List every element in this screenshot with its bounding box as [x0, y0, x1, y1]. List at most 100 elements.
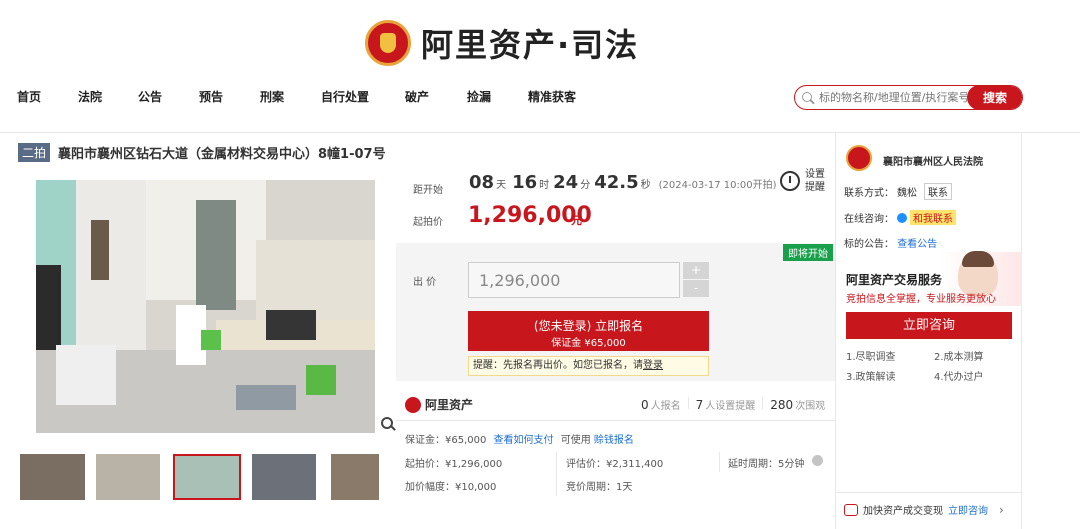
- service-item[interactable]: 3.政策解读: [846, 368, 896, 383]
- court-emblem-icon: [846, 145, 872, 171]
- search-button[interactable]: 搜索: [967, 86, 1022, 109]
- bid-amount-input[interactable]: 1,296,000: [468, 262, 680, 298]
- nav-item-notices[interactable]: 公告: [138, 88, 162, 105]
- nav-item-self-disposal[interactable]: 自行处置: [321, 88, 369, 105]
- court-name[interactable]: 襄阳市襄州区人民法院: [883, 153, 983, 168]
- notice-row: 标的公告： 查看公告: [844, 235, 937, 250]
- login-link[interactable]: 登录: [643, 360, 663, 371]
- speed-up-row[interactable]: 加快资产成交变现 立即咨询 ›: [844, 502, 1004, 517]
- divider: [836, 492, 1022, 493]
- status-badge: 即将开始: [783, 244, 833, 261]
- nav-item-bankruptcy[interactable]: 破产: [405, 88, 429, 105]
- photo-thumbnail[interactable]: [252, 454, 316, 500]
- divider: [687, 397, 689, 409]
- view-count: 280: [770, 398, 794, 412]
- bid-increase-button[interactable]: +: [683, 262, 709, 279]
- notice-label: 标的公告：: [844, 239, 894, 250]
- nav-item-previews[interactable]: 预告: [199, 88, 223, 105]
- speed-up-consult-link[interactable]: 立即咨询: [948, 502, 988, 517]
- detail-appraisal: 评估价：¥2,311,400: [566, 459, 664, 470]
- login-tip-text: 提醒：先报名再出价。如您已报名，请: [473, 360, 643, 371]
- start-price-unit: 元: [571, 214, 582, 227]
- deposit-text: 保证金：¥65,000: [405, 435, 487, 446]
- photo-thumbnail-selected[interactable]: [173, 454, 241, 500]
- online-consult-row: 在线咨询： 和我联系: [844, 210, 956, 225]
- service-item[interactable]: 1.尽职调查: [846, 348, 896, 363]
- detail-period: 竞价周期：1天: [566, 482, 633, 493]
- signup-button[interactable]: (您未登录) 立即报名 保证金 ¥65,000: [468, 311, 709, 351]
- view-count-label: 次围观: [795, 401, 826, 412]
- search-icon: [801, 91, 815, 105]
- nav-item-bargains[interactable]: 捡漏: [467, 88, 491, 105]
- detail-delay: 延时周期：5分钟: [728, 459, 805, 470]
- countdown-hours: 16: [512, 172, 538, 193]
- alarm-clock-icon[interactable]: [780, 171, 800, 191]
- signup-count-label: 人报名: [650, 401, 681, 412]
- search-input[interactable]: [819, 91, 967, 104]
- nav-item-courts[interactable]: 法院: [78, 88, 102, 105]
- loan-signup-link[interactable]: 赊钱报名: [594, 435, 634, 446]
- contact-button[interactable]: 联系: [924, 183, 952, 200]
- service-subtitle: 竞拍信息全掌握，专业服务更放心: [846, 294, 996, 305]
- chat-icon: [897, 212, 907, 223]
- auction-stats: 0 人报名 7 人设置提醒 280 次围观: [641, 397, 825, 412]
- countdown-days: 08: [469, 172, 495, 193]
- photo-thumbnail[interactable]: [20, 454, 85, 500]
- detail-row-deposit: 保证金：¥65,000 查看如何支付 可使用 赊钱报名: [405, 431, 634, 446]
- round-badge: 二拍: [18, 143, 51, 162]
- how-to-pay-link[interactable]: 查看如何支付: [494, 435, 554, 446]
- consult-button[interactable]: 立即咨询: [846, 312, 1012, 339]
- detail-increment: 加价幅度：¥10,000: [405, 482, 497, 493]
- divider: [762, 397, 764, 409]
- countdown-hours-unit: 时: [539, 180, 550, 191]
- contact-row: 联系方式： 魏松 联系: [844, 183, 952, 200]
- signup-deposit: 保证金 ¥65,000: [551, 338, 626, 349]
- countdown-label: 距开始: [413, 185, 443, 196]
- chevron-right-icon: ›: [999, 502, 1004, 517]
- countdown-seconds-unit: 秒: [640, 180, 651, 191]
- site-logo[interactable]: 阿里资产·司法: [365, 20, 639, 66]
- contact-name: 魏松: [897, 188, 917, 199]
- countdown-timer: 08 天 16 时 24 分 42.5 秒 (2024-03-17 10:00开…: [469, 172, 777, 193]
- set-reminder-button[interactable]: 设置 提醒: [805, 168, 825, 194]
- signup-count: 0: [641, 398, 649, 412]
- detail-start-price: 起拍价：¥1,296,000: [405, 459, 503, 470]
- divider: [719, 452, 720, 472]
- service-title: 阿里资产交易服务: [846, 273, 943, 287]
- photo-thumbnail[interactable]: [331, 454, 379, 500]
- photo-thumbnail[interactable]: [96, 454, 160, 500]
- login-tip: 提醒：先报名再出价。如您已报名，请登录: [468, 356, 709, 376]
- main-photo[interactable]: [36, 180, 375, 433]
- reminder-count: 7: [695, 398, 704, 412]
- handshake-icon: [844, 503, 858, 516]
- logo-text: 阿里资产·司法: [421, 26, 640, 64]
- view-notice-link[interactable]: 查看公告: [897, 239, 937, 250]
- contact-me-button[interactable]: 和我联系: [910, 210, 956, 225]
- speed-up-text: 加快资产成交变现: [863, 506, 943, 517]
- help-icon[interactable]: [812, 455, 823, 466]
- service-item[interactable]: 4.代办过户: [934, 368, 984, 383]
- ali-assets-logo-icon: [405, 396, 421, 413]
- nav-item-leads[interactable]: 精准获客: [528, 88, 576, 105]
- search-box: 搜索: [794, 85, 1023, 110]
- signup-button-label: (您未登录) 立即报名: [533, 319, 644, 333]
- online-consult-label: 在线咨询：: [844, 214, 894, 225]
- divider: [396, 420, 835, 421]
- reminder-count-label: 人设置提醒: [705, 401, 756, 412]
- room-photo-image: [36, 180, 375, 433]
- item-title: 襄阳市襄州区钻石大道（金属材料交易中心）8幢1-07号: [58, 147, 386, 162]
- set-reminder-line1: 设置: [805, 169, 825, 180]
- item-title-bar: 二拍 襄阳市襄州区钻石大道（金属材料交易中心）8幢1-07号: [18, 143, 386, 162]
- court-emblem-icon: [365, 20, 411, 66]
- nav-item-home[interactable]: 首页: [17, 88, 41, 105]
- countdown-days-unit: 天: [496, 180, 507, 191]
- bid-decrease-button[interactable]: -: [683, 280, 709, 297]
- nav-item-criminal[interactable]: 刑案: [260, 88, 284, 105]
- stats-brand: 阿里资产: [405, 396, 473, 413]
- start-price-label: 起拍价: [413, 217, 443, 228]
- countdown-minutes-unit: 分: [580, 180, 591, 191]
- can-use-text: 可使用: [560, 435, 591, 446]
- service-item[interactable]: 2.成本测算: [934, 348, 984, 363]
- zoom-icon[interactable]: [380, 416, 396, 432]
- divider: [556, 452, 557, 496]
